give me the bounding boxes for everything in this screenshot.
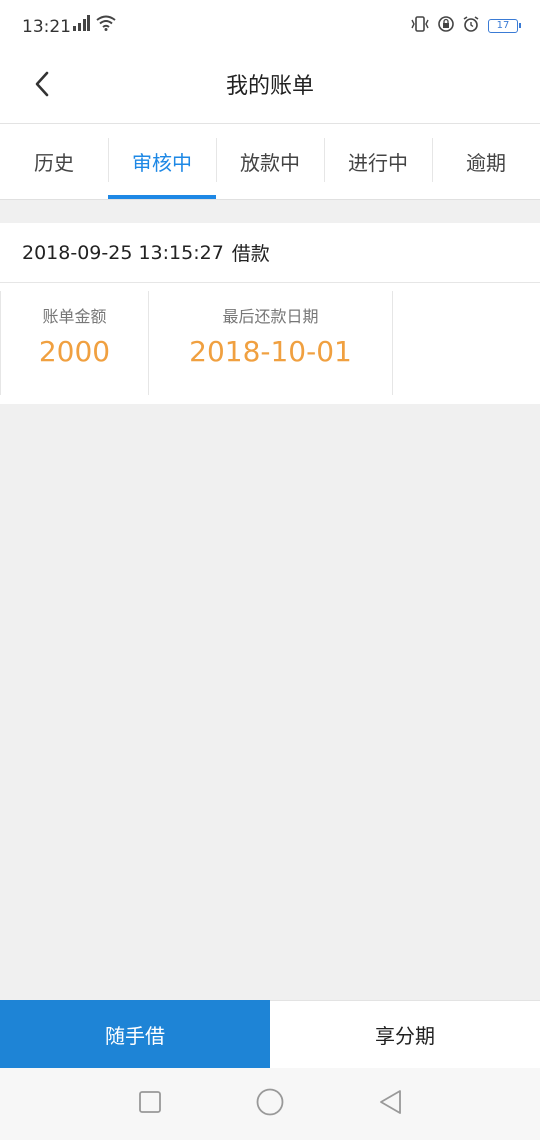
- bill-due-label: 最后还款日期: [222, 307, 319, 326]
- status-bar: 13:21 17: [0, 0, 540, 54]
- signal-icon: [72, 15, 90, 35]
- bill-amount-column: 账单金额 2000: [0, 291, 148, 395]
- bill-due-column: 最后还款日期 2018-10-01: [148, 291, 393, 395]
- wifi-icon: [96, 15, 116, 35]
- tab-reviewing[interactable]: 审核中: [108, 124, 216, 199]
- tab-disbursing[interactable]: 放款中: [216, 124, 324, 199]
- bill-header: 2018-09-25 13:15:27 借款: [0, 223, 540, 283]
- installment-button[interactable]: 享分期: [270, 1000, 540, 1068]
- triangle-back-icon: [378, 1089, 402, 1119]
- bill-card[interactable]: 2018-09-25 13:15:27 借款 账单金额 2000 最后还款日期 …: [0, 223, 540, 404]
- bill-amount-value: 2000: [38, 335, 111, 368]
- square-icon: [139, 1091, 161, 1117]
- app-header: 我的账单: [0, 54, 540, 124]
- bill-details: 账单金额 2000 最后还款日期 2018-10-01: [0, 283, 540, 403]
- bill-amount-label: 账单金额: [42, 307, 107, 326]
- bottom-action-bar: 随手借 享分期: [0, 1000, 540, 1068]
- back-nav-button[interactable]: [370, 1084, 410, 1124]
- status-tabs: 历史 审核中 放款中 进行中 逾期: [0, 124, 540, 200]
- bill-due-value: 2018-10-01: [189, 335, 352, 368]
- page-title: 我的账单: [225, 74, 314, 99]
- borrow-button[interactable]: 随手借: [0, 1000, 270, 1068]
- tab-overdue[interactable]: 逾期: [432, 124, 540, 199]
- home-button[interactable]: [250, 1084, 290, 1124]
- tab-in-progress[interactable]: 进行中: [324, 124, 432, 199]
- circle-icon: [256, 1088, 284, 1120]
- recent-apps-button[interactable]: [130, 1084, 170, 1124]
- bill-type: 借款: [231, 243, 270, 265]
- status-time: 13:21: [22, 17, 71, 37]
- system-nav-bar: [0, 1068, 540, 1140]
- tab-history[interactable]: 历史: [0, 124, 108, 199]
- lock-icon: [438, 16, 454, 36]
- alarm-icon: [462, 16, 480, 36]
- vibrate-icon: [410, 16, 430, 36]
- battery-icon: 17: [488, 19, 521, 33]
- bill-datetime: 2018-09-25 13:15:27: [22, 241, 224, 264]
